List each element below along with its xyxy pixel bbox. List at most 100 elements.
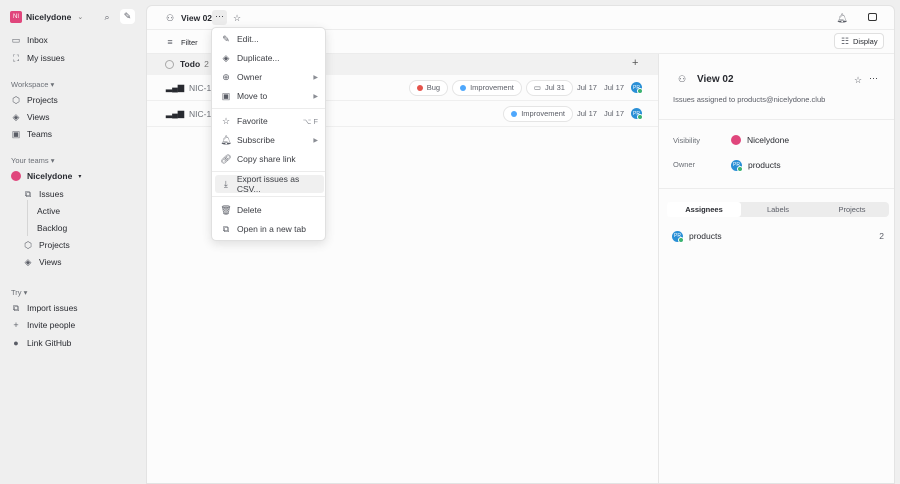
owner-value[interactable]: PR products [731, 157, 781, 173]
star-icon[interactable]: ☆ [853, 75, 863, 85]
assignee-name: products [689, 231, 722, 241]
menu-item-move-to[interactable]: ▣ Move to ▶ [215, 87, 324, 105]
team-name: Nicelydone [27, 171, 73, 181]
priority-icon: ▂▄▆ [166, 83, 184, 92]
team-item-views[interactable]: ◈ Views [23, 254, 62, 270]
label-name: Improvement [521, 109, 565, 118]
sidebar-item-invite[interactable]: + Invite people [11, 317, 75, 333]
users-icon: ⚇ [165, 12, 175, 23]
menu-label: Subscribe [237, 135, 275, 145]
team-item-issues[interactable]: ⧉ Issues [23, 186, 64, 202]
cube-icon: ⬡ [12, 94, 20, 105]
menu-item-owner[interactable]: ⊕ Owner ▶ [215, 68, 324, 86]
sidebar: NI Nicelydone ⌄ ⌕ ✎ ▭ Inbox ⛶ My issues Wo… [0, 0, 146, 484]
visibility-label: Visibility [673, 136, 700, 145]
created-date: Jul 17 [576, 109, 597, 118]
panel-description: Issues assigned to products@nicelydone.c… [673, 95, 826, 104]
view-title[interactable]: ⚇ View 02 [165, 10, 212, 26]
menu-label: Duplicate... [237, 53, 280, 63]
team-nicelydone[interactable]: Nicelydone ▾ [11, 168, 81, 184]
sidebar-item-views[interactable]: ◈ Views [11, 109, 50, 125]
users-icon: ⚇ [677, 73, 687, 84]
sidebar-item-label: Projects [39, 240, 70, 250]
search-icon[interactable]: ⌕ [102, 12, 112, 22]
label-chip[interactable]: Improvement [452, 79, 522, 96]
group-count: 2 [204, 59, 209, 69]
caret-icon: ▾ [78, 173, 82, 180]
menu-label: Copy share link [237, 154, 296, 164]
assignee-count: 2 [879, 231, 884, 241]
owner-icon: ⊕ [222, 71, 230, 82]
sidebar-item-label: Active [37, 206, 61, 216]
sidebar-item-teams[interactable]: ▣ Teams [11, 126, 52, 142]
panel-title: View 02 [697, 73, 734, 85]
bell-icon: 🔔︎ [220, 134, 232, 145]
menu-label: Delete [237, 205, 262, 215]
display-button[interactable]: ☷ Display [834, 33, 884, 49]
sidebar-item-label: Import issues [27, 303, 78, 313]
menu-item-duplicate[interactable]: ◈ Duplicate... [215, 49, 324, 67]
sidebar-toggle-icon[interactable] [868, 13, 877, 21]
teams-section-header[interactable]: Your teams ▾ [11, 156, 55, 165]
tree-line [27, 200, 28, 236]
owner-text: products [748, 160, 781, 170]
label-chip[interactable]: Bug [408, 79, 449, 96]
tab-labels[interactable]: Labels [741, 202, 815, 217]
team-item-backlog[interactable]: Backlog [37, 220, 67, 236]
add-issue-icon[interactable]: + [632, 57, 638, 69]
assignee-row[interactable]: PR products 2 [672, 228, 884, 244]
workspace-logo: NI [10, 11, 22, 23]
try-section-header[interactable]: Try ▾ [11, 288, 27, 297]
menu-item-edit[interactable]: ✎ Edit... [215, 30, 324, 48]
sidebar-item-import[interactable]: ⧉ Import issues [11, 300, 78, 316]
sidebar-item-github[interactable]: ● Link GitHub [11, 335, 71, 351]
menu-item-export-csv[interactable]: ⤓ Export issues as CSV... [215, 174, 324, 194]
sidebar-item-label: My issues [27, 53, 65, 63]
menu-label: Favorite [237, 116, 268, 126]
visibility-value[interactable]: Nicelydone [731, 132, 789, 148]
sidebar-item-label: Views [39, 257, 62, 267]
todo-status-icon [165, 59, 174, 69]
sidebar-item-projects[interactable]: ⬡ Projects [11, 92, 58, 108]
shortcut: ⌥ F [302, 116, 318, 126]
sidebar-item-inbox[interactable]: ▭ Inbox [11, 32, 48, 48]
star-icon: ☆ [221, 115, 231, 126]
breakdown-tabs: Assignees Labels Projects [667, 202, 889, 217]
assignee-avatar[interactable]: PR [631, 108, 643, 120]
section-label: Workspace [11, 80, 49, 89]
section-label: Try [11, 288, 22, 297]
menu-item-open-new-tab[interactable]: ⧉ Open in a new tab [215, 220, 324, 238]
team-item-projects[interactable]: ⬡ Projects [23, 237, 70, 253]
workspace-switcher[interactable]: NI Nicelydone ⌄ [10, 9, 83, 25]
cube-icon: ⬡ [24, 239, 32, 250]
menu-item-favorite[interactable]: ☆ Favorite ⌥ F [215, 112, 324, 130]
inbox-icon: ▭ [11, 34, 21, 45]
menu-item-subscribe[interactable]: 🔔︎ Subscribe ▶ [215, 131, 324, 149]
visibility-text: Nicelydone [747, 135, 790, 145]
due-date: Jul 31 [544, 83, 565, 92]
tab-projects[interactable]: Projects [815, 202, 889, 217]
view-details-panel: ⚇ View 02 ☆ ··· Issues assigned to produc… [658, 54, 894, 483]
due-date-chip[interactable]: ▭ Jul 31 [525, 79, 573, 96]
menu-item-copy-link[interactable]: 🔗︎ Copy share link [215, 150, 324, 168]
new-issue-icon[interactable]: ✎ [120, 9, 135, 24]
divider [212, 108, 325, 109]
label-chip[interactable]: Improvement [503, 105, 573, 122]
submenu-arrow-icon: ▶ [313, 93, 318, 100]
plus-icon: + [13, 320, 19, 330]
divider [212, 171, 325, 172]
filter-label: Filter [181, 37, 198, 47]
star-icon[interactable]: ☆ [232, 13, 242, 23]
assignee-avatar[interactable]: PR [631, 82, 643, 94]
chevron-down-icon: ⌄ [77, 14, 84, 21]
tab-assignees[interactable]: Assignees [667, 202, 741, 217]
more-options-icon[interactable]: ··· [212, 10, 227, 25]
menu-item-delete[interactable]: 🗑︎ Delete [215, 201, 324, 219]
sidebar-item-my-issues[interactable]: ⛶ My issues [11, 50, 65, 66]
more-icon[interactable]: ··· [869, 73, 878, 83]
bell-icon[interactable]: 🔔︎ [836, 13, 847, 23]
divider [659, 188, 894, 189]
team-item-active[interactable]: Active [37, 203, 60, 219]
filter-button[interactable]: ≡ Filter [165, 34, 198, 50]
workspace-section-header[interactable]: Workspace ▾ [11, 80, 54, 89]
